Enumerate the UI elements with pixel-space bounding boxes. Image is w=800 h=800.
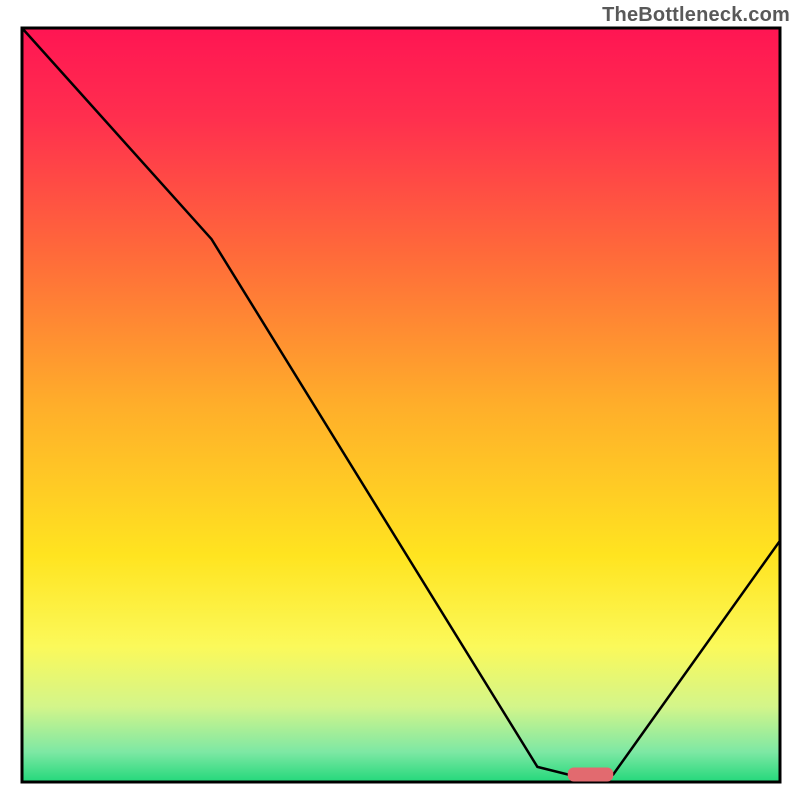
chart-container: TheBottleneck.com — [0, 0, 800, 800]
watermark-text: TheBottleneck.com — [602, 4, 790, 27]
plot-background — [22, 28, 780, 782]
target-marker — [568, 767, 613, 781]
bottleneck-chart — [0, 0, 800, 800]
